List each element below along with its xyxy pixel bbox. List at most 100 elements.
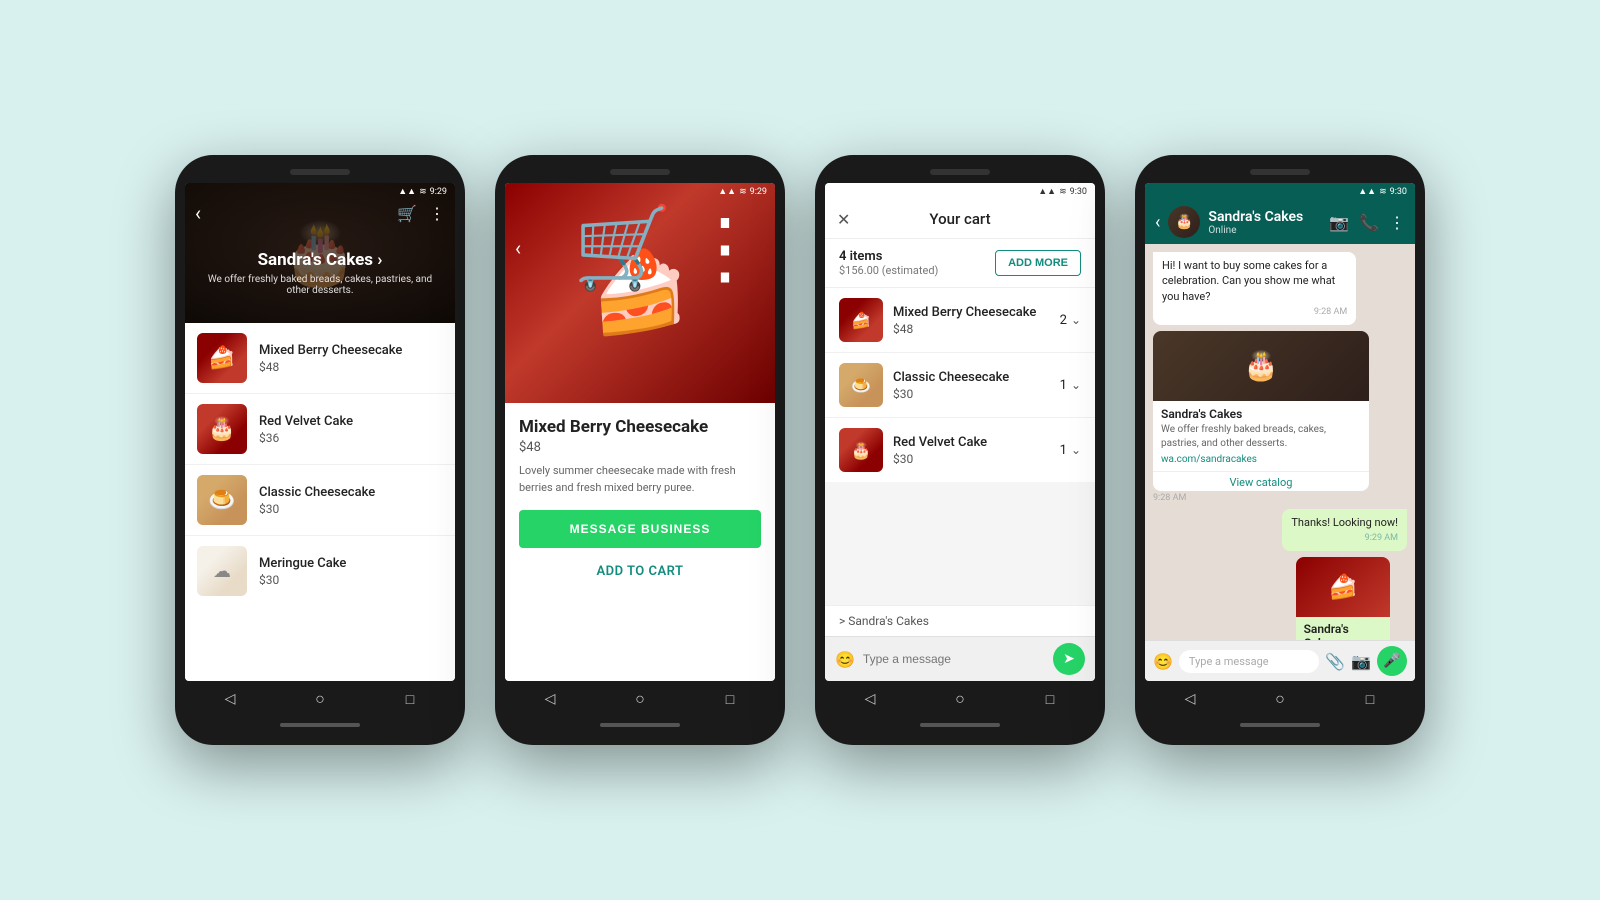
phone-1: 🎂 ▲▲ ≋ 9:29 ‹ 🛒 ⋮ Sandra's <box>175 155 465 745</box>
catalog-card[interactable]: 🎂 Sandra's Cakes We offer freshly baked … <box>1153 331 1369 491</box>
qty-arrow-2[interactable]: ⌄ <box>1071 378 1081 392</box>
catalog-card-title: Sandra's Cakes <box>1161 407 1361 421</box>
cart-item-price-1: $48 <box>893 322 1050 336</box>
chat-msg-1-time: 9:28 AM <box>1162 306 1347 319</box>
product-info-1: Mixed Berry Cheesecake $48 <box>259 343 443 374</box>
product-item-4[interactable]: ☁ Meringue Cake $30 <box>185 536 455 606</box>
detail-content: Mixed Berry Cheesecake $48 Lovely summer… <box>505 403 775 681</box>
cart-icon-2[interactable]: 🛒 <box>573 201 673 295</box>
chat-avatar: 🎂 <box>1168 206 1200 238</box>
cart-icon-1[interactable]: 🛒 <box>397 204 417 223</box>
product-share-card[interactable]: 🍰 Sandra's Cakes 🛒 4 items I'd like to b… <box>1296 557 1391 640</box>
product-item-3[interactable]: 🍮 Classic Cheesecake $30 <box>185 465 455 536</box>
nav-bar-3: ◁ ○ □ <box>825 681 1095 717</box>
home-bar-4 <box>1240 723 1320 727</box>
cart-summary: 4 items $156.00 (estimated) ADD MORE <box>825 239 1095 288</box>
product-price-2: $36 <box>259 431 443 445</box>
phones-container: 🎂 ▲▲ ≋ 9:29 ‹ 🛒 ⋮ Sandra's <box>175 155 1425 745</box>
video-icon[interactable]: 📷 <box>1329 213 1349 232</box>
detail-product-price: $48 <box>519 440 761 455</box>
recent-nav-3[interactable]: □ <box>1040 689 1060 709</box>
add-more-btn[interactable]: ADD MORE <box>995 250 1081 276</box>
chat-header: ‹ 🎂 Sandra's Cakes Online 📷 📞 ⋮ <box>1145 200 1415 244</box>
product-name-4: Meringue Cake <box>259 556 443 571</box>
record-btn[interactable]: 🎤 <box>1377 646 1407 676</box>
back-nav-3[interactable]: ◁ <box>860 689 880 709</box>
view-catalog-link[interactable]: View catalog <box>1153 471 1369 491</box>
cart-item-2: 🍮 Classic Cheesecake $30 1 ⌄ <box>825 353 1095 418</box>
back-nav-4[interactable]: ◁ <box>1180 689 1200 709</box>
recent-nav-2[interactable]: □ <box>720 689 740 709</box>
time-4: 9:30 <box>1390 187 1407 197</box>
phone-speaker-1 <box>290 169 350 175</box>
wifi-icon-1: ≋ <box>419 187 427 197</box>
chat-header-info: Sandra's Cakes Online <box>1208 209 1321 236</box>
signal-2: ▲▲ <box>718 186 736 197</box>
home-nav-4[interactable]: ○ <box>1270 689 1290 709</box>
phone-speaker-2 <box>610 169 670 175</box>
emoji-icon-3[interactable]: 😊 <box>835 650 855 669</box>
qty-control-3[interactable]: 1 ⌄ <box>1060 443 1081 458</box>
home-nav-1[interactable]: ○ <box>310 689 330 709</box>
more-icon-1[interactable]: ⋮ <box>429 204 445 223</box>
cart-close-btn[interactable]: ✕ <box>837 210 850 229</box>
back-nav-2[interactable]: ◁ <box>540 689 560 709</box>
emoji-icon-4[interactable]: 😊 <box>1153 652 1173 671</box>
store-title[interactable]: Sandra's Cakes › <box>185 250 455 270</box>
qty-control-1[interactable]: 2 ⌄ <box>1060 313 1081 328</box>
add-to-cart-btn[interactable]: ADD TO CART <box>519 554 761 589</box>
phone-3-screen: ▲▲ ≋ 9:30 ✕ Your cart 4 items $156.00 (e… <box>825 183 1095 681</box>
back-nav-1[interactable]: ◁ <box>220 689 240 709</box>
chat-input-bar: 😊 Type a message 📎 📷 🎤 <box>1145 640 1415 681</box>
cart-message-input[interactable] <box>863 652 1045 666</box>
cart-item-info-1: Mixed Berry Cheesecake $48 <box>893 305 1050 336</box>
catalog-time: 9:28 AM <box>1153 493 1407 503</box>
chat-msg-3-text: Thanks! Looking now! <box>1291 516 1398 529</box>
phone-2-screen: ▲▲ ≋ 9:29 ‹ 🛒 ⋮ 🍰 Mixed Berry Cheesecak <box>505 183 775 681</box>
product-item-2[interactable]: 🎂 Red Velvet Cake $36 <box>185 394 455 465</box>
product-share-title: Sandra's Cakes <box>1304 622 1383 640</box>
attachment-icon[interactable]: 📎 <box>1325 652 1345 671</box>
back-icon-1[interactable]: ‹ <box>195 201 201 225</box>
chat-input-placeholder: Type a message <box>1189 655 1269 668</box>
camera-icon[interactable]: 📷 <box>1351 652 1371 671</box>
detail-product-desc: Lovely summer cheesecake made with fresh… <box>519 463 761 496</box>
send-btn-3[interactable]: ➤ <box>1053 643 1085 675</box>
more-icon-2[interactable]: ⋮ <box>685 201 765 295</box>
qty-arrow-1[interactable]: ⌄ <box>1071 313 1081 327</box>
chat-input-field[interactable]: Type a message <box>1179 650 1319 673</box>
cart-thumb-1: 🍰 <box>839 298 883 342</box>
qty-num-2: 1 <box>1060 378 1067 393</box>
message-business-btn[interactable]: MESSAGE BUSINESS <box>519 510 761 548</box>
home-bar-1 <box>280 723 360 727</box>
cart-item-price-3: $30 <box>893 452 1050 466</box>
phone-2: ▲▲ ≋ 9:29 ‹ 🛒 ⋮ 🍰 Mixed Berry Cheesecak <box>495 155 785 745</box>
time-3: 9:30 <box>1070 187 1087 197</box>
more-icon-4[interactable]: ⋮ <box>1389 213 1405 232</box>
catalog-card-link[interactable]: wa.com/sandracakes <box>1161 454 1361 465</box>
back-icon-2[interactable]: ‹ <box>515 236 521 260</box>
recent-nav-4[interactable]: □ <box>1360 689 1380 709</box>
cart-item-1: 🍰 Mixed Berry Cheesecake $48 2 ⌄ <box>825 288 1095 353</box>
cart-cake-3: 🎂 <box>839 428 883 472</box>
chat-back-btn[interactable]: ‹ <box>1155 212 1160 233</box>
qty-control-2[interactable]: 1 ⌄ <box>1060 378 1081 393</box>
cart-header: ✕ Your cart <box>825 200 1095 239</box>
cart-item-3: 🎂 Red Velvet Cake $30 1 ⌄ <box>825 418 1095 482</box>
status-bar-4: ▲▲ ≋ 9:30 <box>1145 183 1415 200</box>
cart-footer: > Sandra's Cakes <box>825 605 1095 636</box>
cart-thumb-3: 🎂 <box>839 428 883 472</box>
qty-arrow-3[interactable]: ⌄ <box>1071 443 1081 457</box>
catalog-card-bubble: 🎂 Sandra's Cakes We offer freshly baked … <box>1153 331 1407 503</box>
call-icon[interactable]: 📞 <box>1359 213 1379 232</box>
product-share-img: 🍰 <box>1296 557 1391 617</box>
time-1: 9:29 <box>430 187 447 197</box>
home-nav-3[interactable]: ○ <box>950 689 970 709</box>
product-item-1[interactable]: 🍰 Mixed Berry Cheesecake $48 <box>185 323 455 394</box>
chat-msg-3: Thanks! Looking now! 9:29 AM <box>1282 509 1407 551</box>
product-detail-image: ▲▲ ≋ 9:29 ‹ 🛒 ⋮ 🍰 <box>505 183 775 403</box>
qty-num-3: 1 <box>1060 443 1067 458</box>
home-nav-2[interactable]: ○ <box>630 689 650 709</box>
recent-nav-1[interactable]: □ <box>400 689 420 709</box>
product-thumb-2: 🎂 <box>197 404 247 454</box>
